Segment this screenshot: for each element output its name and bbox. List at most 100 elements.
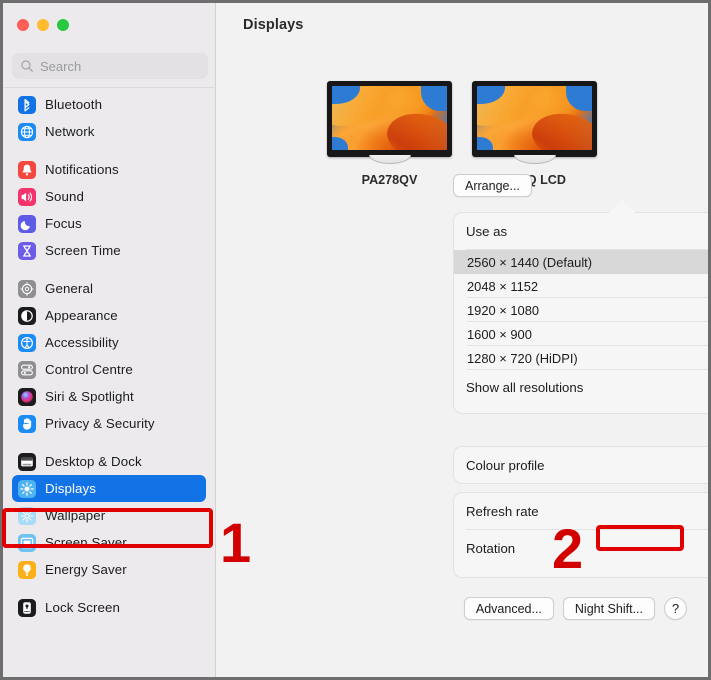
sidebar-item-network[interactable]: Network xyxy=(12,118,206,145)
close-button[interactable] xyxy=(17,19,29,31)
use-as-label: Use as xyxy=(466,224,508,239)
search-field[interactable] xyxy=(12,53,208,79)
monitor-screen-wallpaper xyxy=(477,86,592,150)
brightness-icon xyxy=(18,479,36,498)
maximise-button[interactable] xyxy=(57,19,69,31)
sidebar-item-label: Desktop & Dock xyxy=(45,454,142,469)
resolution-option[interactable]: 2560 × 1440 (Default) xyxy=(454,250,708,274)
search-icon xyxy=(21,60,33,72)
desktop-dock-icon xyxy=(18,452,36,471)
sidebar-item-label: Focus xyxy=(45,216,82,231)
sidebar-item-focus[interactable]: Focus xyxy=(12,210,206,237)
control-centre-icon xyxy=(18,360,36,379)
display-name: PA278QV xyxy=(361,173,418,187)
resolution-option[interactable]: 1280 × 720 (HiDPI) xyxy=(454,346,708,370)
accessibility-icon xyxy=(18,333,36,352)
sidebar-item-label: Sound xyxy=(45,189,84,204)
focus-icon xyxy=(18,214,36,233)
sidebar-item-screen-saver[interactable]: Screen Saver xyxy=(12,529,206,556)
screen-saver-icon xyxy=(18,533,36,552)
siri-icon xyxy=(18,387,36,406)
refresh-rate-row[interactable]: Refresh rate xyxy=(454,493,708,530)
resolution-label: 2048 × 1152 xyxy=(467,278,539,294)
monitor-screen-wallpaper xyxy=(332,86,447,150)
sidebar-item-siri-spotlight[interactable]: Siri & Spotlight xyxy=(12,383,206,410)
sidebar: Bluetooth Network Notifications xyxy=(3,3,216,677)
resolution-list: 2560 × 1440 (Default) 2048 × 1152 1920 ×… xyxy=(454,250,708,370)
sidebar-item-label: Network xyxy=(45,124,95,139)
refresh-rate-card: Refresh rate Rotation Standard xyxy=(453,492,708,578)
page-title: Displays xyxy=(243,17,304,33)
lock-icon xyxy=(18,598,36,617)
sidebar-divider xyxy=(3,87,216,88)
sidebar-item-label: Appearance xyxy=(45,308,118,323)
sidebar-item-label: Bluetooth xyxy=(45,97,103,112)
use-as-row[interactable]: Use as Main display xyxy=(454,213,708,250)
sidebar-item-privacy-security[interactable]: Privacy & Security xyxy=(12,410,206,437)
sidebar-item-lock-screen[interactable]: Lock Screen xyxy=(12,594,206,621)
sidebar-item-notifications[interactable]: Notifications xyxy=(12,156,206,183)
sidebar-item-label: Lock Screen xyxy=(45,600,121,615)
sidebar-item-label: Accessibility xyxy=(45,335,119,350)
bluetooth-icon xyxy=(18,95,36,114)
monitor-bezel xyxy=(472,81,597,157)
sidebar-item-label: Screen Time xyxy=(45,243,121,258)
refresh-rate-label: Refresh rate xyxy=(466,504,539,519)
sidebar-item-wallpaper[interactable]: Wallpaper xyxy=(12,502,206,529)
wallpaper-corner xyxy=(477,136,494,150)
sidebar-item-sound[interactable]: Sound xyxy=(12,183,206,210)
sidebar-item-displays[interactable]: Displays xyxy=(12,475,206,502)
sidebar-item-general[interactable]: General xyxy=(12,275,206,302)
globe-icon xyxy=(18,122,36,141)
content-pane: Displays PA278QV BenQ LCD Arrange... Use… xyxy=(216,3,708,677)
wallpaper-swirl xyxy=(528,107,592,150)
wallpaper-corner xyxy=(566,86,592,111)
sidebar-item-label: Wallpaper xyxy=(45,508,106,523)
advanced-button[interactable]: Advanced... xyxy=(463,597,554,620)
sidebar-item-label: General xyxy=(45,281,94,296)
monitor-stand xyxy=(368,155,411,164)
rotation-row[interactable]: Rotation Standard xyxy=(454,530,708,567)
resolution-card: Use as Main display 2560 × 1440 (Default… xyxy=(453,212,708,414)
sidebar-item-label: Energy Saver xyxy=(45,562,127,577)
sidebar-item-label: Screen Saver xyxy=(45,535,127,550)
gear-icon xyxy=(18,279,36,298)
sidebar-item-control-centre[interactable]: Control Centre xyxy=(12,356,206,383)
resolution-label: 1600 × 900 xyxy=(467,326,532,342)
sidebar-item-desktop-dock[interactable]: Desktop & Dock xyxy=(12,448,206,475)
sidebar-item-label: Notifications xyxy=(45,162,119,177)
night-shift-button[interactable]: Night Shift... xyxy=(562,597,655,620)
sidebar-item-bluetooth[interactable]: Bluetooth xyxy=(12,91,206,118)
colour-profile-label: Colour profile xyxy=(466,458,545,473)
resolution-label: 2560 × 1440 (Default) xyxy=(467,254,593,270)
wallpaper-icon xyxy=(18,506,36,525)
hourglass-icon xyxy=(18,241,36,260)
sidebar-item-accessibility[interactable]: Accessibility xyxy=(12,329,206,356)
sidebar-item-label: Siri & Spotlight xyxy=(45,389,134,404)
arrange-button[interactable]: Arrange... xyxy=(453,174,532,197)
sidebar-item-screen-time[interactable]: Screen Time xyxy=(12,237,206,264)
resolution-label: 1920 × 1080 xyxy=(467,302,540,318)
help-button[interactable]: ? xyxy=(664,597,687,620)
wallpaper-corner xyxy=(332,136,349,150)
search-input[interactable] xyxy=(40,58,190,74)
wallpaper-swirl xyxy=(383,107,447,150)
minimise-button[interactable] xyxy=(37,19,49,31)
colour-profile-row[interactable]: Colour profile PA278QV xyxy=(454,447,708,483)
resolution-option[interactable]: 1920 × 1080 xyxy=(454,298,708,322)
resolution-option[interactable]: 1600 × 900 xyxy=(454,322,708,346)
show-all-resolutions-row[interactable]: Show all resolutions xyxy=(454,370,708,404)
footer-buttons: Advanced... Night Shift... ? xyxy=(463,597,687,620)
display-thumbnail-primary[interactable]: PA278QV xyxy=(327,81,452,199)
sidebar-item-energy-saver[interactable]: Energy Saver xyxy=(12,556,206,583)
sidebar-nav-list: Bluetooth Network Notifications Sound Fo… xyxy=(3,89,215,677)
resolution-option[interactable]: 2048 × 1152 xyxy=(454,274,708,298)
privacy-hand-icon xyxy=(18,414,36,433)
sidebar-item-label: Privacy & Security xyxy=(45,416,155,431)
sidebar-item-appearance[interactable]: Appearance xyxy=(12,302,206,329)
selected-display-pointer xyxy=(608,199,636,213)
show-all-resolutions-label: Show all resolutions xyxy=(466,379,584,395)
